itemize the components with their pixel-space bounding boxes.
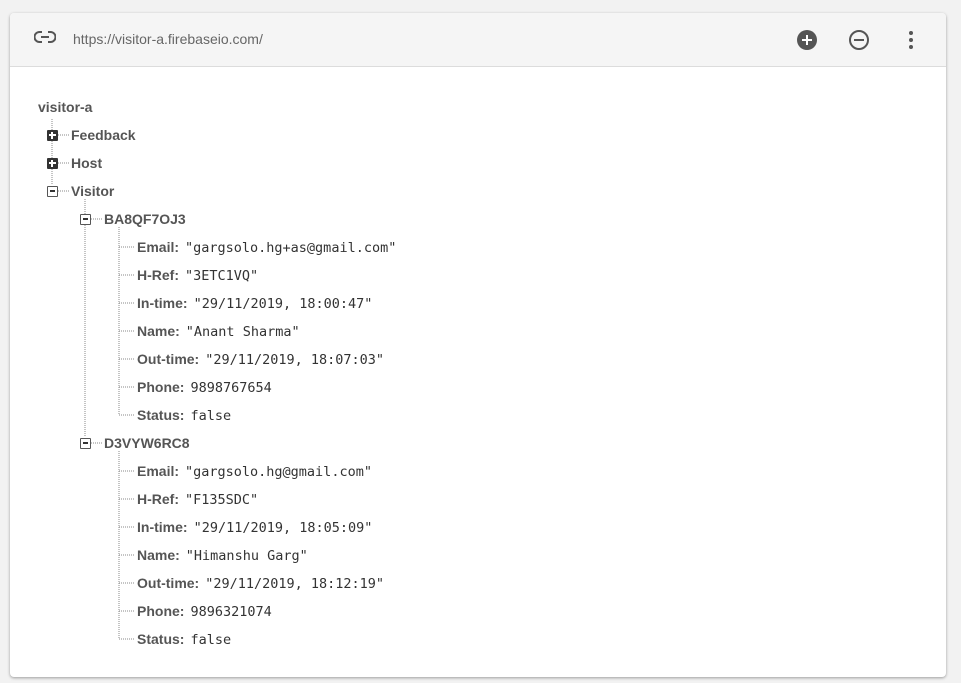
node-key: Feedback <box>71 127 136 143</box>
field-row[interactable]: Email: "gargsolo.hg+as@gmail.com" <box>137 237 396 257</box>
field-key: Email: <box>137 239 180 255</box>
add-circle-icon[interactable] <box>795 28 819 52</box>
field-value: "gargsolo.hg@gmail.com" <box>185 464 372 480</box>
tree-node-host[interactable]: Host <box>71 153 102 173</box>
field-value: "Anant Sharma" <box>185 324 300 340</box>
visitor-id: BA8QF7OJ3 <box>104 211 186 227</box>
field-row[interactable]: H-Ref: "F135SDC" <box>137 489 258 509</box>
tree-node-feedback[interactable]: Feedback <box>71 125 136 145</box>
field-row[interactable]: In-time: "29/11/2019, 18:00:47" <box>137 293 372 313</box>
field-row[interactable]: Phone: 9898767654 <box>137 377 272 397</box>
collapse-toggle-visitor-record[interactable] <box>79 437 91 449</box>
tree-root[interactable]: visitor-a <box>38 97 92 117</box>
field-value: "29/11/2019, 18:05:09" <box>193 520 373 536</box>
link-icon <box>34 31 56 43</box>
remove-circle-icon[interactable] <box>847 28 871 52</box>
field-value: "Himanshu Garg" <box>185 548 308 564</box>
field-value: "29/11/2019, 18:07:03" <box>205 352 385 368</box>
field-row[interactable]: Out-time: "29/11/2019, 18:12:19" <box>137 573 384 593</box>
field-key: Out-time: <box>137 351 200 367</box>
url-toolbar: https://visitor-a.firebaseio.com/ <box>10 13 946 67</box>
field-key: Status: <box>137 631 185 647</box>
field-value: 9896321074 <box>190 604 272 620</box>
expand-toggle-feedback[interactable] <box>46 129 58 141</box>
field-row[interactable]: Status: false <box>137 405 231 425</box>
visitor-id: D3VYW6RC8 <box>104 435 190 451</box>
field-key: Phone: <box>137 379 185 395</box>
collapse-toggle-visitor-record[interactable] <box>79 213 91 225</box>
field-key: In-time: <box>137 519 188 535</box>
field-value: "gargsolo.hg+as@gmail.com" <box>185 240 397 256</box>
field-value: false <box>190 408 232 424</box>
field-value: "F135SDC" <box>185 492 259 508</box>
field-row[interactable]: Name: "Himanshu Garg" <box>137 545 308 565</box>
field-key: Out-time: <box>137 575 200 591</box>
field-value: 9898767654 <box>190 380 272 396</box>
node-key: Visitor <box>71 183 115 199</box>
field-value: "3ETC1VQ" <box>185 268 259 284</box>
root-node-label: visitor-a <box>38 99 93 115</box>
field-row[interactable]: H-Ref: "3ETC1VQ" <box>137 265 258 285</box>
database-url[interactable]: https://visitor-a.firebaseio.com/ <box>73 31 263 47</box>
field-value: "29/11/2019, 18:12:19" <box>205 576 385 592</box>
visitor-record-row[interactable]: D3VYW6RC8 <box>104 433 190 453</box>
field-row[interactable]: Status: false <box>137 629 231 649</box>
expand-toggle-host[interactable] <box>46 157 58 169</box>
field-row[interactable]: Email: "gargsolo.hg@gmail.com" <box>137 461 372 481</box>
field-key: Name: <box>137 323 180 339</box>
field-row[interactable]: Name: "Anant Sharma" <box>137 321 300 341</box>
tree-node-visitor[interactable]: Visitor <box>71 181 114 201</box>
field-value: false <box>190 632 232 648</box>
field-key: In-time: <box>137 295 188 311</box>
data-tree: visitor-a Feedback Host Visitor BA8QF7OJ3 Ema… <box>10 67 946 677</box>
field-key: Status: <box>137 407 185 423</box>
field-key: Email: <box>137 463 180 479</box>
field-row[interactable]: In-time: "29/11/2019, 18:05:09" <box>137 517 372 537</box>
field-value: "29/11/2019, 18:00:47" <box>193 296 373 312</box>
more-vert-icon[interactable] <box>899 28 923 52</box>
node-key: Host <box>71 155 103 171</box>
field-row[interactable]: Phone: 9896321074 <box>137 601 272 621</box>
field-row[interactable]: Out-time: "29/11/2019, 18:07:03" <box>137 349 384 369</box>
field-key: Name: <box>137 547 180 563</box>
database-panel: https://visitor-a.firebaseio.com/ visito… <box>10 13 946 677</box>
visitor-record-row[interactable]: BA8QF7OJ3 <box>104 209 186 229</box>
collapse-toggle-visitor[interactable] <box>46 185 58 197</box>
field-key: H-Ref: <box>137 491 179 507</box>
field-key: Phone: <box>137 603 185 619</box>
field-key: H-Ref: <box>137 267 179 283</box>
